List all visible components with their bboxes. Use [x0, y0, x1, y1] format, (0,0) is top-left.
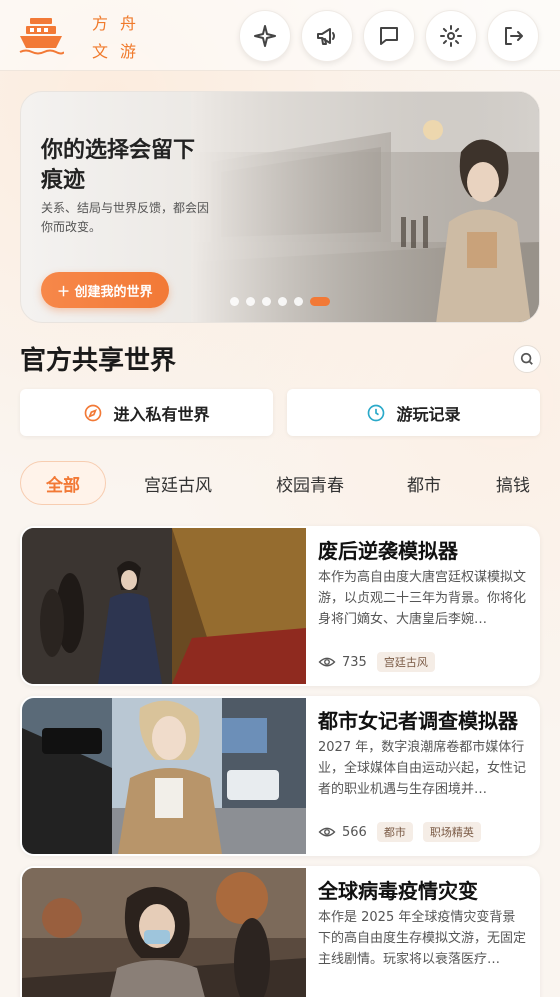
card-title: 全球病毒疫情灾变: [318, 879, 478, 903]
search-icon: [520, 352, 533, 365]
carousel-dot-active[interactable]: [310, 297, 330, 306]
world-card[interactable]: 都市女记者调查模拟器 2027 年，数字浪潮席卷都市媒体行业，全球媒体自由运动兴…: [20, 696, 540, 856]
clock-icon: [368, 404, 385, 421]
card-meta: 566 都市 职场精英: [318, 822, 481, 842]
category-tabs: 全部 宫廷古风 校园青春 都市 搞钱: [20, 461, 560, 505]
card-thumbnail: [22, 528, 306, 684]
tab-campus[interactable]: 校园青春: [264, 461, 356, 505]
announcement-button[interactable]: [301, 10, 353, 62]
view-count: 735: [342, 654, 367, 670]
chat-icon: [380, 27, 398, 45]
world-card[interactable]: 全球病毒疫情灾变 本作是 2025 年全球疫情灾变背景下的高自由度生存模拟文游，…: [20, 866, 540, 997]
banner-title: 你的选择会留下痕迹: [41, 138, 196, 193]
card-thumbnail: [22, 698, 306, 854]
logout-icon: [505, 27, 523, 45]
sparkle-icon: [254, 25, 276, 47]
play-history-label: 游玩记录: [396, 404, 461, 424]
carousel-dot[interactable]: [294, 297, 303, 306]
card-title: 都市女记者调查模拟器: [318, 709, 518, 733]
app-logo-text: 方 舟 文 游: [92, 10, 148, 62]
private-world-label: 进入私有世界: [113, 404, 210, 424]
card-tag: 宫廷古风: [376, 652, 435, 672]
tab-palace[interactable]: 宫廷古风: [132, 461, 224, 505]
card-description: 本作为高自由度大唐宫廷权谋模拟文游，以贞观二十三年为背景。你将化身将门嫡女、大唐…: [318, 570, 527, 627]
card-description: 本作是 2025 年全球疫情灾变背景下的高自由度生存模拟文游，无固定主线剧情。玩…: [318, 910, 527, 967]
tab-money[interactable]: 搞钱: [496, 461, 560, 505]
logout-button[interactable]: [487, 10, 539, 62]
search-button[interactable]: [513, 345, 541, 373]
card-description: 2027 年，数字浪潮席卷都市媒体行业，全球媒体自由运动兴起，女性记者的职业机遇…: [318, 740, 527, 797]
carousel-dot[interactable]: [278, 297, 287, 306]
card-thumbnail: [22, 868, 306, 997]
section-title: 官方共享世界: [20, 346, 177, 376]
logo-char: 方: [92, 14, 111, 33]
card-meta: 735 宫廷古风: [318, 652, 435, 672]
card-tag: 职场精英: [422, 822, 481, 842]
sparkle-button[interactable]: [239, 10, 291, 62]
world-card[interactable]: 废后逆袭模拟器 本作为高自由度大唐宫廷权谋模拟文游，以贞观二十三年为背景。你将化…: [20, 526, 540, 686]
ship-logo-icon: [19, 18, 64, 55]
logo-char: 文: [92, 42, 111, 61]
tab-city[interactable]: 都市: [396, 461, 452, 505]
create-world-button[interactable]: ＋ 创建我的世界: [41, 272, 169, 308]
play-history-button[interactable]: 游玩记录: [287, 389, 540, 436]
private-world-button[interactable]: 进入私有世界: [20, 389, 273, 436]
settings-button[interactable]: [425, 10, 477, 62]
card-title: 废后逆袭模拟器: [318, 539, 458, 563]
tab-all[interactable]: 全部: [20, 461, 106, 505]
compass-icon: [85, 404, 102, 421]
card-tag: 都市: [376, 822, 413, 842]
logo-char: 游: [120, 42, 139, 61]
messages-button[interactable]: [363, 10, 415, 62]
carousel-dot[interactable]: [262, 297, 271, 306]
carousel-dot[interactable]: [230, 297, 239, 306]
banner-illustration: [191, 92, 539, 322]
view-count: 566: [342, 824, 367, 840]
banner-subtitle: 关系、结局与世界反馈，都会因你而改变。: [41, 201, 210, 234]
carousel-indicator: [230, 297, 330, 306]
eye-icon: [318, 827, 336, 837]
eye-icon: [318, 657, 336, 667]
carousel-dot[interactable]: [246, 297, 255, 306]
logo-char: 舟: [120, 14, 139, 33]
gear-icon: [440, 25, 462, 47]
hero-banner[interactable]: 你的选择会留下痕迹 关系、结局与世界反馈，都会因你而改变。 ＋ 创建我的世界: [20, 91, 540, 323]
megaphone-icon: [317, 28, 335, 45]
top-bar: 方 舟 文 游: [0, 0, 560, 71]
